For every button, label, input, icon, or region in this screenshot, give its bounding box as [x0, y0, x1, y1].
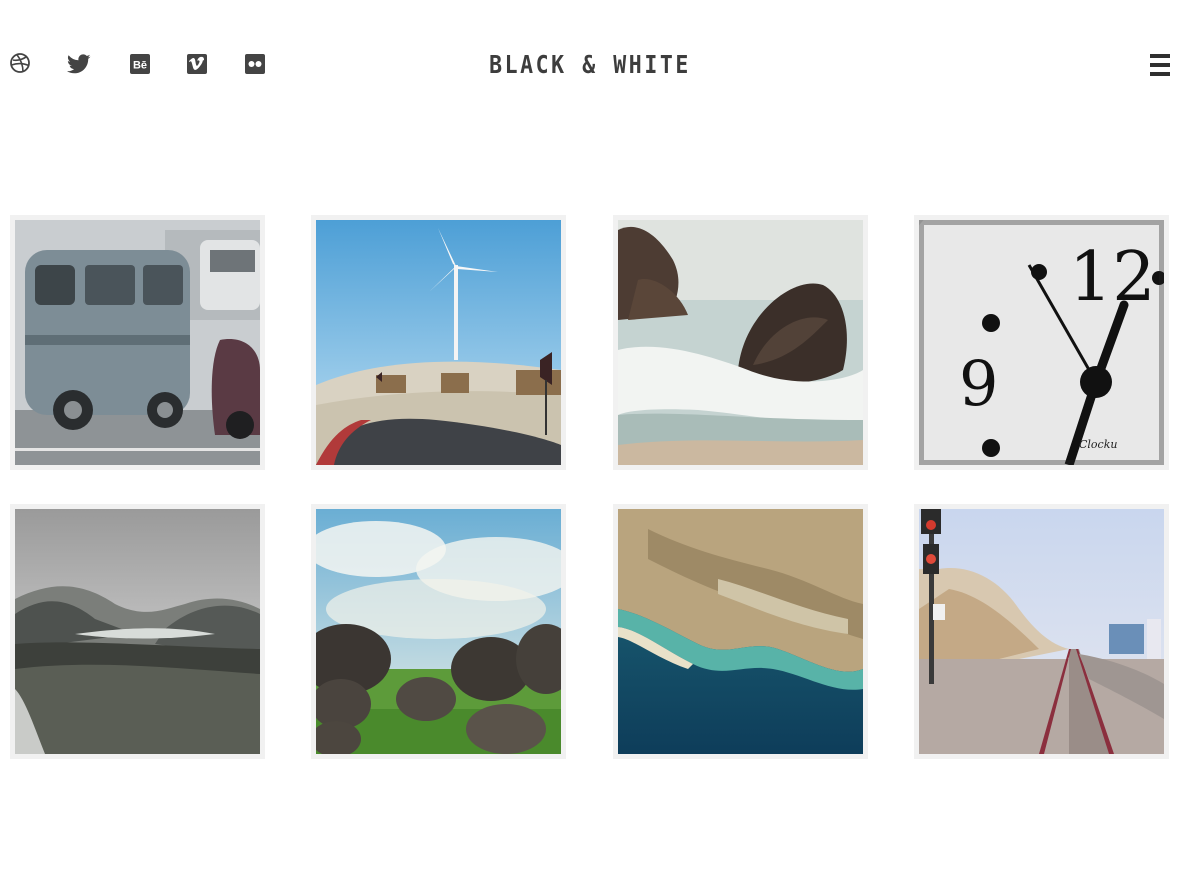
- dribbble-icon: [10, 53, 30, 73]
- dribbble-link[interactable]: [10, 52, 34, 76]
- gallery-tile[interactable]: [613, 504, 868, 759]
- gallery-tile[interactable]: [10, 504, 265, 759]
- gallery-tile[interactable]: 12 9 Clocku: [914, 215, 1169, 470]
- svg-text:9: 9: [959, 347, 998, 420]
- svg-text:Clocku: Clocku: [1079, 438, 1117, 451]
- menu-bar: [1150, 54, 1170, 58]
- svg-text:12: 12: [1069, 238, 1156, 317]
- gallery-tile[interactable]: [10, 215, 265, 470]
- vw-van-photo: [15, 220, 260, 465]
- gallery-tile[interactable]: [613, 215, 868, 470]
- menu-bar: [1150, 72, 1170, 76]
- gallery-tile[interactable]: [914, 504, 1169, 759]
- site-title[interactable]: BLACK & WHITE: [83, 50, 1098, 79]
- boulders-field-photo: [316, 509, 561, 754]
- menu-bar: [1150, 63, 1170, 67]
- clock-face-photo: 12 9 Clocku: [919, 220, 1164, 465]
- railway-tracks-photo: [919, 509, 1164, 754]
- mountain-valley-photo: [15, 509, 260, 754]
- gallery-tile[interactable]: [311, 504, 566, 759]
- gallery-tile[interactable]: [311, 215, 566, 470]
- wind-turbine-road-photo: [316, 220, 561, 465]
- hamburger-menu-icon[interactable]: [1150, 54, 1170, 76]
- aerial-coast-photo: [618, 509, 863, 754]
- sea-rocks-photo: [618, 220, 863, 465]
- site-header: Bē BLACK & WHITE: [0, 0, 1198, 130]
